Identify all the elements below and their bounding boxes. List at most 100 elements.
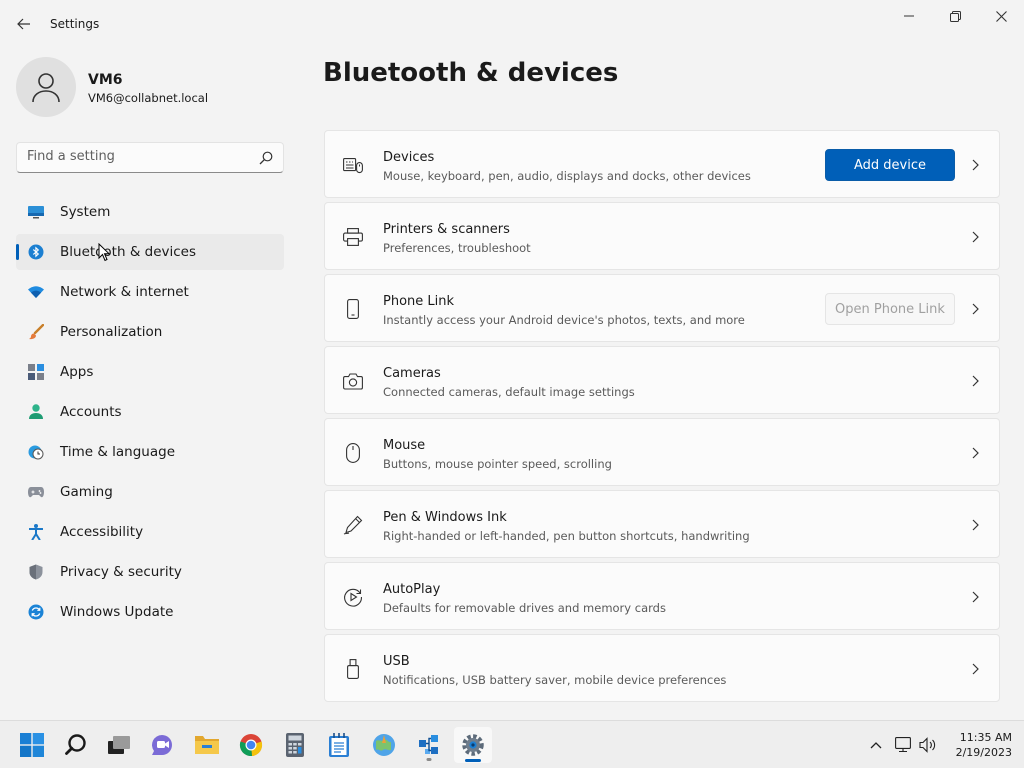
sidebar-item-gaming[interactable]: Gaming	[16, 474, 284, 510]
taskbar-paint[interactable]	[365, 727, 403, 763]
restore-icon	[949, 10, 961, 22]
close-button[interactable]	[978, 0, 1024, 32]
devices-icon	[343, 155, 363, 175]
sidebar-item-label: Accessibility	[60, 524, 144, 540]
taskbar-file-explorer[interactable]	[188, 727, 226, 763]
volume-icon	[919, 737, 936, 753]
active-indicator	[465, 759, 481, 762]
sidebar-nav: System Bluetooth & devices Network & int…	[16, 194, 284, 634]
minimize-icon	[904, 15, 914, 17]
sidebar-item-label: Network & internet	[60, 284, 189, 300]
sidebar-item-label: Apps	[60, 364, 94, 380]
taskbar: 11:35 AM 2/19/2023	[0, 720, 1024, 768]
sidebar-item-label: Gaming	[60, 484, 113, 500]
user-email: VM6@collabnet.local	[88, 91, 209, 105]
card-subtitle: Mouse, keyboard, pen, audio, displays an…	[383, 169, 751, 183]
mouse-icon	[343, 443, 363, 463]
taskbar-chrome[interactable]	[232, 727, 270, 763]
search-box[interactable]	[16, 142, 284, 173]
bluetooth-icon	[28, 244, 44, 260]
sidebar-item-time-language[interactable]: Time & language	[16, 434, 284, 470]
sidebar-item-bluetooth-devices[interactable]: Bluetooth & devices	[16, 234, 284, 270]
chevron-right-icon	[972, 159, 979, 171]
search-input[interactable]	[27, 149, 252, 164]
autoplay-card[interactable]: AutoPlay Defaults for removable drives a…	[324, 562, 1000, 630]
running-indicator	[426, 758, 432, 761]
autoplay-icon	[343, 587, 363, 607]
restore-button[interactable]	[932, 0, 978, 32]
taskbar-notepad[interactable]	[320, 727, 358, 763]
shield-icon	[28, 564, 44, 580]
taskbar-start[interactable]	[13, 727, 51, 763]
cameras-card[interactable]: Cameras Connected cameras, default image…	[324, 346, 1000, 414]
back-button[interactable]	[10, 10, 38, 38]
phone-icon	[343, 299, 363, 319]
sidebar-item-label: Time & language	[60, 444, 176, 460]
card-title: Printers & scanners	[383, 222, 510, 237]
chevron-right-icon	[972, 375, 979, 387]
sidebar-item-network[interactable]: Network & internet	[16, 274, 284, 310]
card-title: Pen & Windows Ink	[383, 510, 507, 525]
sidebar-item-personalization[interactable]: Personalization	[16, 314, 284, 350]
taskbar-teams-chat[interactable]	[144, 727, 182, 763]
sidebar-item-apps[interactable]: Apps	[16, 354, 284, 390]
sidebar-item-label: System	[60, 204, 111, 220]
sidebar-item-label: Windows Update	[60, 604, 174, 620]
card-subtitle: Instantly access your Android device's p…	[383, 313, 745, 327]
chevron-right-icon	[972, 663, 979, 675]
start-icon	[20, 733, 44, 757]
taskbar-task-view[interactable]	[100, 727, 138, 763]
chevron-right-icon	[972, 231, 979, 243]
sidebar-item-accounts[interactable]: Accounts	[16, 394, 284, 430]
add-device-button[interactable]: Add device	[825, 149, 955, 181]
sidebar-item-system[interactable]: System	[16, 194, 284, 230]
card-subtitle: Buttons, mouse pointer speed, scrolling	[383, 457, 612, 471]
open-phone-link-button[interactable]: Open Phone Link	[825, 293, 955, 325]
phone-link-card[interactable]: Phone Link Instantly access your Android…	[324, 274, 1000, 342]
usb-icon	[343, 659, 363, 679]
sidebar-item-windows-update[interactable]: Windows Update	[16, 594, 284, 630]
card-title: USB	[383, 654, 410, 669]
pen-icon	[343, 515, 363, 535]
chevron-right-icon	[972, 519, 979, 531]
person-icon	[28, 404, 44, 420]
monitor-icon	[28, 204, 44, 220]
calculator-icon	[286, 733, 304, 757]
card-title: Cameras	[383, 366, 441, 381]
network-icon	[895, 737, 911, 753]
network-status-button[interactable]	[893, 735, 913, 755]
sidebar-item-label: Personalization	[60, 324, 163, 340]
title-bar: Settings	[0, 0, 1024, 48]
globe-clock-icon	[28, 444, 44, 460]
taskbar-network-tool[interactable]	[410, 727, 448, 763]
clock[interactable]: 11:35 AM 2/19/2023	[946, 730, 1012, 760]
update-icon	[28, 604, 44, 620]
sidebar-item-label: Accounts	[60, 404, 122, 420]
sidebar-item-accessibility[interactable]: Accessibility	[16, 514, 284, 550]
card-title: Devices	[383, 150, 435, 165]
sidebar-item-label: Privacy & security	[60, 564, 182, 580]
notepad-icon	[329, 733, 349, 757]
paint-icon	[373, 734, 395, 756]
sidebar-item-privacy-security[interactable]: Privacy & security	[16, 554, 284, 590]
clock-time: 11:35 AM	[959, 731, 1012, 744]
card-subtitle: Preferences, troubleshoot	[383, 241, 531, 255]
taskbar-calculator[interactable]	[276, 727, 314, 763]
volume-button[interactable]	[918, 735, 938, 755]
chevron-right-icon	[972, 591, 979, 603]
devices-card[interactable]: Devices Mouse, keyboard, pen, audio, dis…	[324, 130, 1000, 198]
taskbar-settings[interactable]	[454, 727, 492, 763]
minimize-button[interactable]	[886, 0, 932, 32]
show-hidden-icons-button[interactable]	[866, 735, 886, 755]
settings-icon	[462, 734, 484, 756]
printers-scanners-card[interactable]: Printers & scanners Preferences, trouble…	[324, 202, 1000, 270]
person-icon	[32, 73, 60, 103]
camera-icon	[343, 371, 363, 391]
usb-card[interactable]: USB Notifications, USB battery saver, mo…	[324, 634, 1000, 702]
search-icon[interactable]	[259, 151, 273, 165]
avatar[interactable]	[16, 57, 76, 117]
mouse-card[interactable]: Mouse Buttons, mouse pointer speed, scro…	[324, 418, 1000, 486]
page-title: Bluetooth & devices	[323, 58, 619, 88]
pen-windows-ink-card[interactable]: Pen & Windows Ink Right-handed or left-h…	[324, 490, 1000, 558]
taskbar-search[interactable]	[57, 727, 95, 763]
